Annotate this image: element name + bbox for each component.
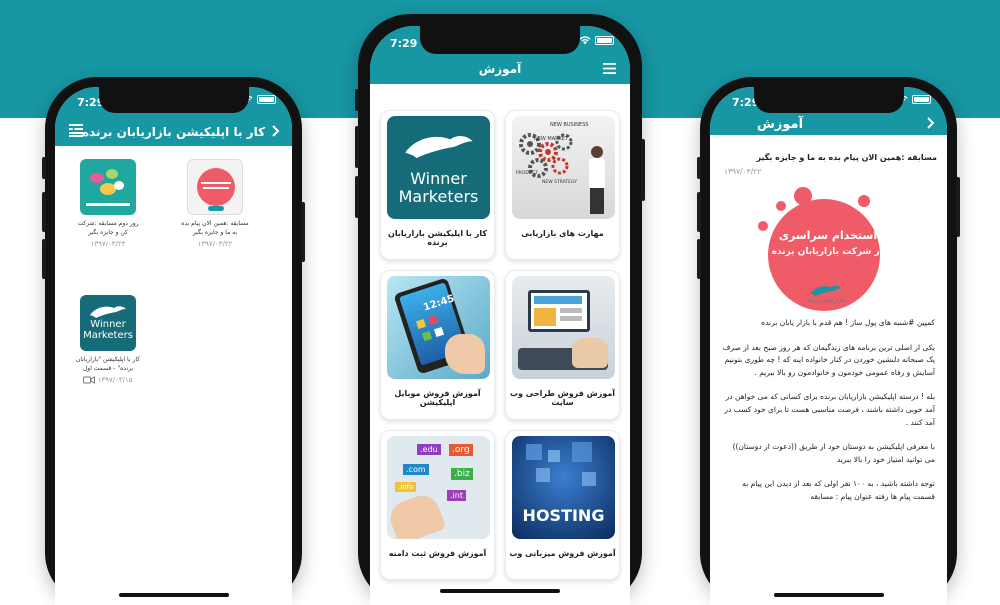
promo-subheading: در شرکت بازاریابان برنده — [771, 247, 885, 257]
promo-image: استخدام سراسری در شرکت بازاریابان برنده … — [758, 187, 888, 317]
item-thumbnail: Winner Marketers — [80, 295, 136, 351]
message-date: ۱۳۹۷/۰۳/۲۲ — [724, 167, 762, 176]
home-indicator[interactable] — [118, 593, 229, 597]
battery-icon — [595, 36, 614, 45]
phone-center: 7:29 آموزش NEW BUSINESS NEW MARKET PRODU… — [355, 14, 645, 605]
notch — [420, 26, 580, 54]
cheetah-logo-icon — [405, 135, 473, 159]
item-date: ۱۳۹۷/۰۳/۲۳ — [90, 240, 126, 248]
course-card[interactable]: NEW BUSINESS NEW MARKET PRODUCT NEW STRA… — [505, 110, 620, 260]
course-card[interactable]: 12:45 آموزش فروش موبایل اپلیکیشن — [380, 270, 495, 420]
card-label: مهارت های بازاریابی — [521, 229, 604, 238]
page-title: آموزش — [478, 62, 522, 76]
phone-left: 7:29 کار با اپلیکیشن بازاریابان برنده مس… — [42, 77, 305, 605]
card-thumbnail: 12:45 — [387, 276, 490, 379]
domain-tag: .org — [449, 444, 473, 456]
list-item[interactable]: مسابقه :همین الان پیام بده به ما و جایزه… — [180, 159, 250, 248]
battery-icon — [257, 95, 276, 104]
page-title: آموزش — [756, 117, 804, 132]
screen-right: 7:29 آموزش مسابقه :همین الان پیام بده به… — [710, 87, 947, 605]
thumb-text: NEW BUSINESS — [550, 122, 589, 128]
card-thumbnail: NEW BUSINESS NEW MARKET PRODUCT NEW STRA… — [512, 116, 615, 219]
logo-text: Winner Marketers — [83, 319, 133, 341]
card-label: کار با اپلیکیشن بازاریابان برنده — [388, 229, 487, 247]
message-title: مسابقه :همین الان پیام بده به ما و جایزه… — [756, 153, 937, 162]
thumb-text: PRODUCT — [516, 171, 539, 176]
domain-tag: .biz — [451, 468, 473, 480]
promo-heading: استخدام سراسری — [778, 229, 878, 242]
card-label: آموزش فروش میزبانی وب — [509, 549, 616, 558]
body-paragraph: توجه داشته باشید ، به ۱۰۰ نفر اولی که بع… — [742, 479, 935, 501]
screen-left: 7:29 کار با اپلیکیشن بازاریابان برنده مس… — [55, 87, 292, 605]
notch — [98, 87, 249, 113]
item-caption: کار با اپلیکیشن "بازاریابان برنده" - قسم… — [75, 356, 141, 372]
logo-text: Winner Marketers — [398, 169, 479, 206]
domain-tag: .com — [403, 464, 429, 475]
card-label: آموزش فروش طراحی وب سایت — [509, 389, 616, 407]
wifi-icon — [579, 36, 591, 45]
phone-right: 7:29 آموزش مسابقه :همین الان پیام بده به… — [697, 77, 960, 605]
businessman-figure — [591, 146, 603, 158]
item-thumbnail — [80, 159, 136, 215]
domain-tag: .int — [447, 490, 466, 501]
battery-icon — [912, 95, 931, 104]
cheetah-logo-icon — [90, 306, 126, 318]
chevron-right-icon[interactable] — [272, 125, 280, 137]
course-card[interactable]: .edu .org .com .biz .info .int آموزش فرو… — [380, 430, 495, 580]
hand-illustration — [387, 490, 447, 539]
hosting-text: HOSTING — [522, 506, 605, 525]
hamburger-menu-icon[interactable] — [603, 63, 616, 74]
body-paragraph: یکی از اصلی ترین برنامه های زندگیمان که … — [722, 342, 935, 377]
item-caption: مسابقه :همین الان پیام بده به ما و جایزه… — [181, 220, 249, 236]
domain-tag: .edu — [417, 444, 441, 455]
notch — [753, 87, 904, 113]
promo-brand: بازاریابان برنده — [807, 297, 845, 304]
card-thumbnail: .edu .org .com .biz .info .int — [387, 436, 490, 539]
screen-center: 7:29 آموزش NEW BUSINESS NEW MARKET PRODU… — [370, 26, 630, 605]
chevron-right-icon[interactable] — [927, 117, 935, 129]
card-thumbnail: Winner Marketers — [387, 116, 490, 219]
home-indicator[interactable] — [773, 593, 884, 597]
body-paragraph: با معرفی اپلیکیشن به دوستان خود از طریق … — [732, 442, 935, 464]
card-label: آموزش فروش ثبت دامنه — [388, 549, 487, 558]
item-caption: روز دوم مسابقه :شرکت کن و جایزه بگیر — [77, 220, 139, 236]
card-thumbnail — [512, 276, 615, 379]
body-paragraph: بله ! درسته اپلیکیشن بازاریابان برنده بر… — [724, 392, 935, 427]
page-title: کار با اپلیکیشن بازاریابان برنده — [81, 125, 266, 139]
card-thumbnail: HOSTING — [512, 436, 615, 539]
domain-tag: .info — [395, 482, 417, 492]
home-indicator[interactable] — [440, 589, 560, 593]
course-card[interactable]: HOSTING آموزش فروش میزبانی وب — [505, 430, 620, 580]
item-thumbnail — [187, 159, 243, 215]
list-item[interactable]: Winner Marketers کار با اپلیکیشن "بازاریا… — [73, 295, 143, 384]
thumb-text: NEW MARKET — [534, 136, 569, 142]
video-icon — [83, 376, 96, 384]
card-label: آموزش فروش موبایل اپلیکیشن — [394, 389, 481, 407]
status-time: 7:29 — [390, 37, 418, 50]
item-date: ۱۳۹۷/۰۳/۱۵ — [73, 376, 143, 384]
list-item[interactable]: روز دوم مسابقه :شرکت کن و جایزه بگیر ۱۳۹… — [73, 159, 143, 248]
message-body: کمپین #شنبه های پول ساز ! هم قدم با بازا… — [722, 317, 935, 516]
course-card[interactable]: Winner Marketers کار با اپلیکیشن بازاریاب… — [380, 110, 495, 260]
body-paragraph: کمپین #شنبه های پول ساز ! هم قدم با بازا… — [761, 318, 935, 327]
thumb-text: NEW STRATEGY — [542, 180, 577, 185]
item-date: ۱۳۹۷/۰۳/۲۲ — [197, 240, 233, 248]
cheetah-logo-icon — [810, 285, 842, 297]
course-card[interactable]: آموزش فروش طراحی وب سایت — [505, 270, 620, 420]
